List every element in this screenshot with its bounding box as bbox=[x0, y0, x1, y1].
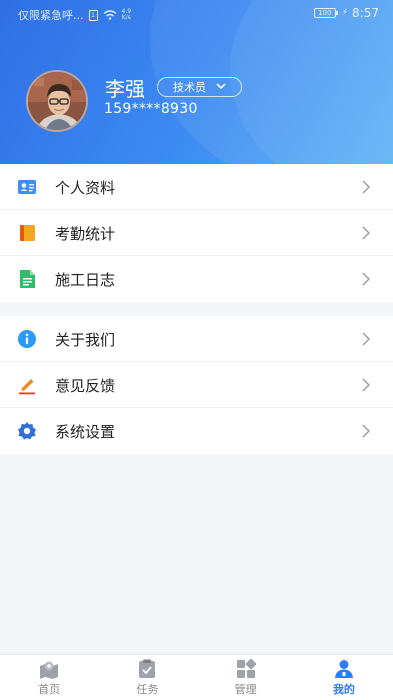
menu-item-attendance[interactable]: 考勤统计 bbox=[0, 210, 393, 256]
menu-label: 个人资料 bbox=[55, 179, 116, 197]
tab-label: 任务 bbox=[136, 683, 159, 696]
chevron-down-icon bbox=[216, 82, 226, 92]
tab-tasks[interactable]: 任务 bbox=[98, 655, 196, 700]
chevron-right-icon bbox=[361, 225, 371, 240]
tab-mine[interactable]: 我的 bbox=[295, 655, 393, 700]
user-icon bbox=[333, 659, 355, 679]
tab-manage[interactable]: 管理 bbox=[197, 655, 295, 700]
menu-item-about[interactable]: 关于我们 bbox=[0, 316, 393, 362]
menu-label: 系统设置 bbox=[55, 423, 116, 441]
tab-label: 我的 bbox=[332, 683, 355, 696]
menu-label: 意见反馈 bbox=[55, 377, 116, 395]
tab-label: 首页 bbox=[38, 683, 61, 696]
wifi-icon bbox=[103, 10, 117, 20]
avatar[interactable] bbox=[26, 70, 88, 132]
menu-item-settings[interactable]: 系统设置 bbox=[0, 408, 393, 454]
status-bar: 仅限紧急呼... 1 4.9 K/s 100 ⚡ 8:57 bbox=[0, 0, 393, 26]
bottom-tab-bar: 首页 任务 管理 我的 bbox=[0, 654, 393, 700]
battery-icon: 100 bbox=[313, 8, 338, 18]
menu-item-feedback[interactable]: 意见反馈 bbox=[0, 362, 393, 408]
carrier-text: 仅限紧急呼... bbox=[18, 9, 84, 22]
profile-header: 仅限紧急呼... 1 4.9 K/s 100 ⚡ 8:57 李强 技术员 159… bbox=[0, 0, 393, 165]
tab-home[interactable]: 首页 bbox=[0, 655, 98, 700]
chevron-right-icon bbox=[361, 179, 371, 194]
sim-icon: 1 bbox=[88, 9, 98, 21]
map-pin-icon bbox=[38, 659, 60, 679]
net-speed: 4.9 K/s bbox=[122, 9, 132, 21]
charging-icon: ⚡ bbox=[341, 8, 349, 18]
pencil-icon bbox=[17, 375, 37, 395]
notebook-icon bbox=[17, 223, 37, 243]
chevron-right-icon bbox=[361, 271, 371, 286]
role-label: 技术员 bbox=[173, 81, 206, 94]
menu-item-profile[interactable]: 个人资料 bbox=[0, 164, 393, 210]
battery-level: 100 bbox=[313, 8, 336, 18]
id-card-icon bbox=[17, 177, 37, 197]
chevron-right-icon bbox=[361, 377, 371, 392]
menu-label: 关于我们 bbox=[55, 331, 116, 349]
menu-item-construction-log[interactable]: 施工日志 bbox=[0, 256, 393, 302]
gear-icon bbox=[17, 421, 37, 441]
user-phone: 159****8930 bbox=[104, 101, 198, 117]
info-icon bbox=[17, 329, 37, 349]
chevron-right-icon bbox=[361, 423, 371, 438]
tab-label: 管理 bbox=[234, 683, 257, 696]
document-icon bbox=[17, 269, 37, 289]
chevron-right-icon bbox=[361, 331, 371, 346]
user-name: 李强 bbox=[105, 77, 145, 101]
role-selector[interactable]: 技术员 bbox=[157, 77, 242, 97]
grid-icon bbox=[235, 658, 257, 679]
task-icon bbox=[136, 659, 158, 679]
menu-label: 考勤统计 bbox=[55, 225, 116, 243]
menu-group-account: 个人资料 考勤统计 施工日志 bbox=[0, 164, 393, 302]
net-speed-unit: K/s bbox=[121, 14, 131, 21]
clock: 8:57 bbox=[352, 6, 379, 20]
menu-group-app: 关于我们 意见反馈 系统设置 bbox=[0, 316, 393, 454]
menu-label: 施工日志 bbox=[55, 271, 116, 289]
